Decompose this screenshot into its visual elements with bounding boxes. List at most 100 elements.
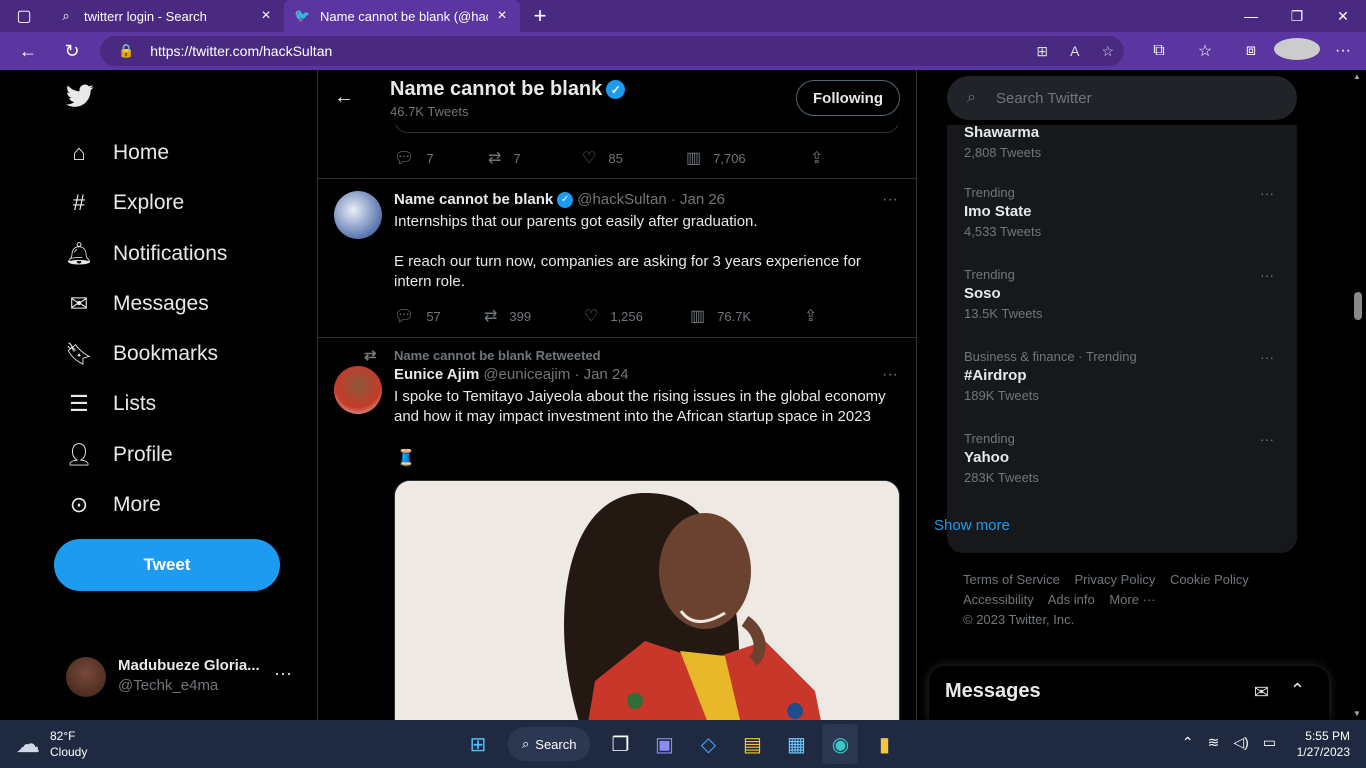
trend-item[interactable]: Trending Imo State 4,533 Tweets ··· xyxy=(964,185,1284,239)
trend-item[interactable]: Trending Soso 13.5K Tweets ··· xyxy=(964,267,1284,321)
reply-count: 57 xyxy=(426,308,441,324)
trend-count: 189K Tweets xyxy=(964,388,1039,403)
favorites-icon[interactable]: ☆ xyxy=(1182,41,1228,61)
add-favorite-icon[interactable]: ☆ xyxy=(1101,43,1114,60)
nav-lists[interactable]: ☰ Lists xyxy=(66,391,156,417)
list-icon: ☰ xyxy=(69,391,89,416)
more-dots-icon[interactable]: ··· xyxy=(274,663,292,684)
more-dots-icon[interactable]: ··· xyxy=(882,191,898,209)
reply-button[interactable]: 💬︎ 57 xyxy=(394,306,484,326)
cloud-icon: ☁ xyxy=(16,730,40,758)
files-app-icon[interactable]: ▮ xyxy=(866,724,902,764)
task-view-icon[interactable]: ❐ xyxy=(602,724,638,764)
retweeted-by-text[interactable]: Name cannot be blank Retweeted xyxy=(394,348,601,363)
close-window-icon[interactable]: ✕ xyxy=(1320,0,1366,32)
more-dots-icon[interactable]: ··· xyxy=(1260,185,1274,201)
scroll-up-icon[interactable]: ▲ xyxy=(1353,72,1361,81)
close-tab-icon[interactable]: × xyxy=(494,7,510,25)
nav-bookmarks[interactable]: 🔖︎ Bookmarks xyxy=(65,341,219,367)
avatar[interactable] xyxy=(334,366,382,414)
tweet-line: E reach our turn now, companies are aski… xyxy=(394,253,861,290)
share-button[interactable]: ⇪ xyxy=(804,306,829,326)
like-button[interactable]: ♡ 1,256 xyxy=(584,306,690,326)
back-icon[interactable]: ← xyxy=(6,32,50,70)
nav-notifications[interactable]: 🔔︎ Notifications xyxy=(65,241,227,267)
windows-start-icon[interactable]: ⊞ xyxy=(460,724,496,764)
tab-twitter[interactable]: 🐦 Name cannot be blank (@hackSu × xyxy=(284,0,520,32)
account-switcher[interactable]: Madubueze Gloria... @Techk_e4ma ··· xyxy=(66,657,296,697)
trend-item[interactable]: Trending Yahoo 283K Tweets ··· xyxy=(964,431,1284,485)
nav-messages[interactable]: ✉ Messages xyxy=(66,291,209,317)
views-button[interactable]: ▥ 76.7K xyxy=(690,306,804,326)
new-message-icon[interactable]: ✉ xyxy=(1254,682,1269,703)
nav-home[interactable]: ⌂ Home xyxy=(66,140,169,166)
new-tab-button[interactable]: + xyxy=(520,3,560,29)
taskbar-search[interactable]: ⌕ Search xyxy=(508,727,591,761)
search-icon: ⌕ xyxy=(967,89,976,106)
tab-actions-icon[interactable]: ▢ xyxy=(0,0,48,32)
nav-profile[interactable]: 👤︎ Profile xyxy=(65,442,173,468)
avatar[interactable] xyxy=(334,191,382,239)
person-icon: 👤︎ xyxy=(65,442,93,467)
settings-menu-icon[interactable]: ··· xyxy=(1320,42,1366,60)
retweet-button[interactable]: ⇄ 7 xyxy=(488,148,582,168)
like-button[interactable]: ♡ 85 xyxy=(582,148,686,168)
weather-widget[interactable]: ☁ 82°F Cloudy xyxy=(16,728,87,760)
more-dots-icon[interactable]: ··· xyxy=(1260,267,1274,283)
more-dots-icon[interactable]: ··· xyxy=(1260,431,1274,447)
tab-search[interactable]: ⌕ twitterr login - Search × xyxy=(48,0,284,32)
trend-item[interactable]: Business & finance · Trending #Airdrop 1… xyxy=(964,349,1284,403)
nav-explore[interactable]: # Explore xyxy=(66,190,184,216)
clock[interactable]: 5:55 PM 1/27/2023 xyxy=(1297,728,1350,760)
tweet-button[interactable]: Tweet xyxy=(54,539,280,591)
wifi-icon[interactable]: ≋ xyxy=(1208,734,1220,751)
back-arrow-icon[interactable]: ← xyxy=(334,86,354,109)
read-aloud-icon[interactable]: A xyxy=(1070,43,1079,59)
search-input[interactable]: ⌕ Search Twitter xyxy=(947,76,1297,120)
tweet-image[interactable] xyxy=(394,480,900,720)
more-dots-icon[interactable]: ··· xyxy=(882,366,898,384)
more-link[interactable]: More ··· xyxy=(1109,592,1155,607)
reply-button[interactable]: 💬︎ 7 xyxy=(394,148,488,168)
restore-icon[interactable]: ❐ xyxy=(1274,0,1320,32)
url-field[interactable]: 🔒 https://twitter.com/hackSultan ⊞ A ☆ xyxy=(100,36,1124,66)
retweet-button[interactable]: ⇄ 399 xyxy=(484,306,584,326)
scroll-thumb[interactable] xyxy=(1354,292,1362,320)
trend-item[interactable]: Shawarma 2,808 Tweets xyxy=(964,121,1284,160)
file-explorer-icon[interactable]: ▤ xyxy=(734,724,770,764)
show-more-link[interactable]: Show more xyxy=(934,517,1010,534)
collections-icon[interactable]: ⧈ xyxy=(1228,42,1274,60)
store-icon[interactable]: ▦ xyxy=(778,724,814,764)
refresh-icon[interactable]: ↻ xyxy=(50,32,94,70)
nav-label: Bookmarks xyxy=(113,342,219,365)
author-name[interactable]: Eunice Ajim xyxy=(394,366,479,383)
page-scrollbar[interactable]: ▲ ▼ xyxy=(1349,70,1366,720)
app-available-icon[interactable]: ⊞ xyxy=(1036,43,1048,60)
extensions-icon[interactable]: ⧉ xyxy=(1136,42,1182,60)
expand-icon[interactable]: ⌃ xyxy=(1290,680,1305,701)
author-name[interactable]: Name cannot be blank xyxy=(394,191,553,208)
teams-icon[interactable]: ▣ xyxy=(646,724,682,764)
more-dots-icon[interactable]: ··· xyxy=(1260,349,1274,365)
nav-more[interactable]: ⊙ More xyxy=(66,492,161,518)
accessibility-link[interactable]: Accessibility xyxy=(963,592,1034,607)
vscode-icon[interactable]: ◇ xyxy=(690,724,726,764)
profile-icon[interactable] xyxy=(1274,37,1320,65)
ads-info-link[interactable]: Ads info xyxy=(1048,592,1095,607)
terms-link[interactable]: Terms of Service xyxy=(963,572,1060,587)
close-tab-icon[interactable]: × xyxy=(258,7,274,25)
battery-icon[interactable]: ▭ xyxy=(1263,734,1276,751)
edge-icon[interactable]: ◉ xyxy=(822,724,859,764)
minimize-icon[interactable]: — xyxy=(1228,0,1274,32)
volume-icon[interactable]: ◁) xyxy=(1233,734,1248,751)
views-button[interactable]: ▥ 7,706 xyxy=(686,148,810,168)
share-button[interactable]: ⇪ xyxy=(810,148,835,168)
chevron-up-icon[interactable]: ⌃ xyxy=(1182,734,1194,751)
profile-name: Name cannot be blank xyxy=(390,78,603,100)
following-button[interactable]: Following xyxy=(796,80,900,116)
twitter-logo-icon[interactable] xyxy=(66,84,94,113)
scroll-down-icon[interactable]: ▼ xyxy=(1353,709,1361,718)
privacy-link[interactable]: Privacy Policy xyxy=(1074,572,1155,587)
cookie-link[interactable]: Cookie Policy xyxy=(1170,572,1249,587)
messages-drawer[interactable]: Messages ✉ ⌃ xyxy=(929,666,1329,720)
